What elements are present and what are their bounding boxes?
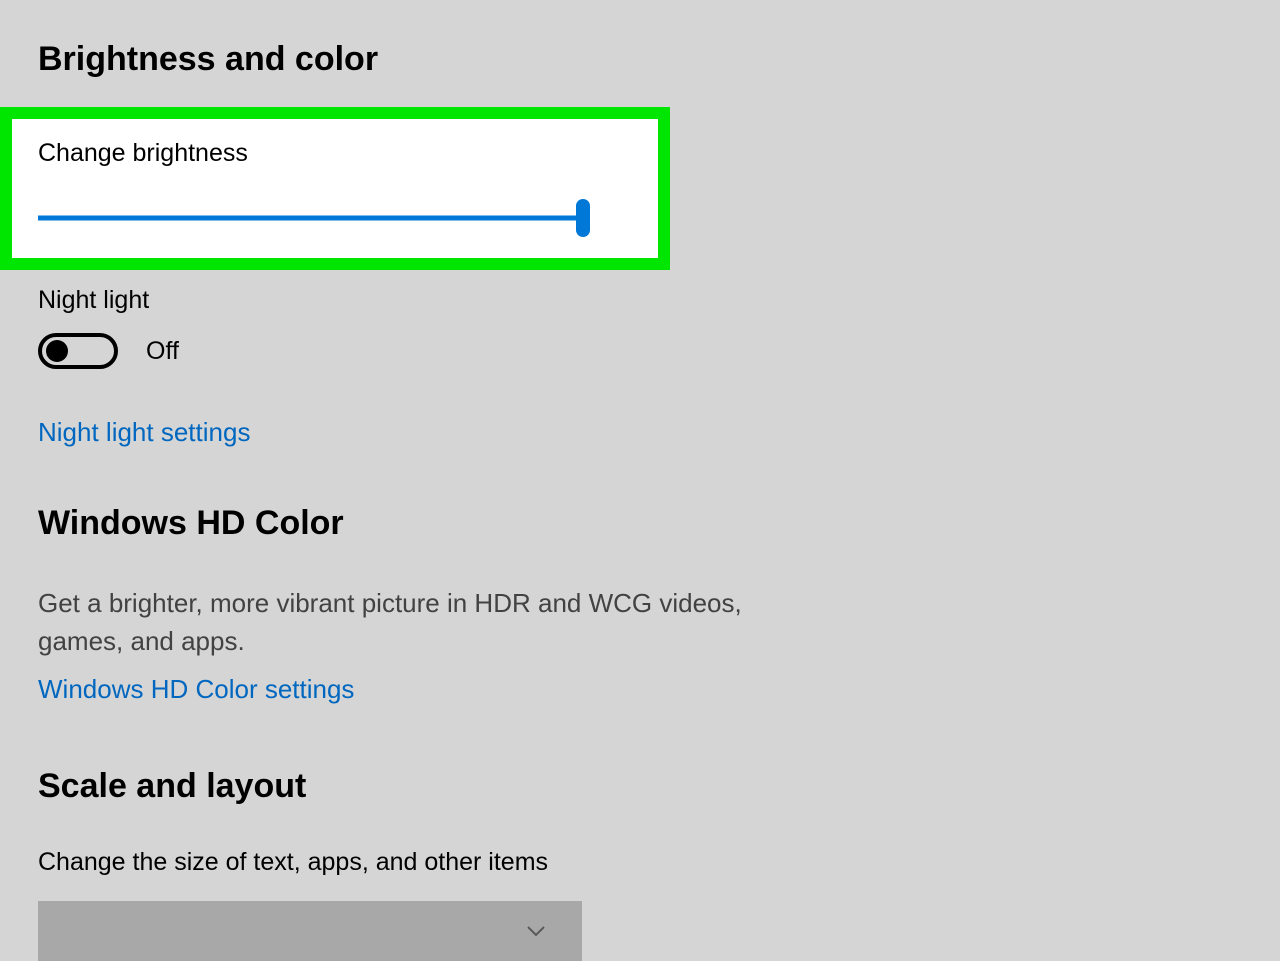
slider-thumb[interactable] xyxy=(576,199,590,237)
night-light-toggle[interactable] xyxy=(38,333,118,369)
slider-track xyxy=(38,216,588,221)
night-light-toggle-row: Off xyxy=(38,333,1280,369)
scale-dropdown[interactable] xyxy=(38,901,582,961)
night-light-state: Off xyxy=(146,337,179,366)
scale-layout-heading: Scale and layout xyxy=(38,767,1280,806)
brightness-color-heading: Brightness and color xyxy=(38,40,1280,79)
brightness-slider[interactable] xyxy=(38,206,588,230)
night-light-label: Night light xyxy=(38,286,1280,315)
brightness-highlight-box: Change brightness xyxy=(0,107,670,270)
windows-hd-color-heading: Windows HD Color xyxy=(38,504,1280,543)
hd-color-description: Get a brighter, more vibrant picture in … xyxy=(38,585,808,660)
hd-color-settings-link[interactable]: Windows HD Color settings xyxy=(38,674,1280,705)
night-light-settings-link[interactable]: Night light settings xyxy=(38,417,1280,448)
toggle-knob xyxy=(46,340,68,362)
scale-text-label: Change the size of text, apps, and other… xyxy=(38,848,1280,877)
change-brightness-label: Change brightness xyxy=(38,139,632,168)
chevron-down-icon xyxy=(526,925,546,937)
settings-content: Brightness and color Change brightness N… xyxy=(0,40,1280,961)
